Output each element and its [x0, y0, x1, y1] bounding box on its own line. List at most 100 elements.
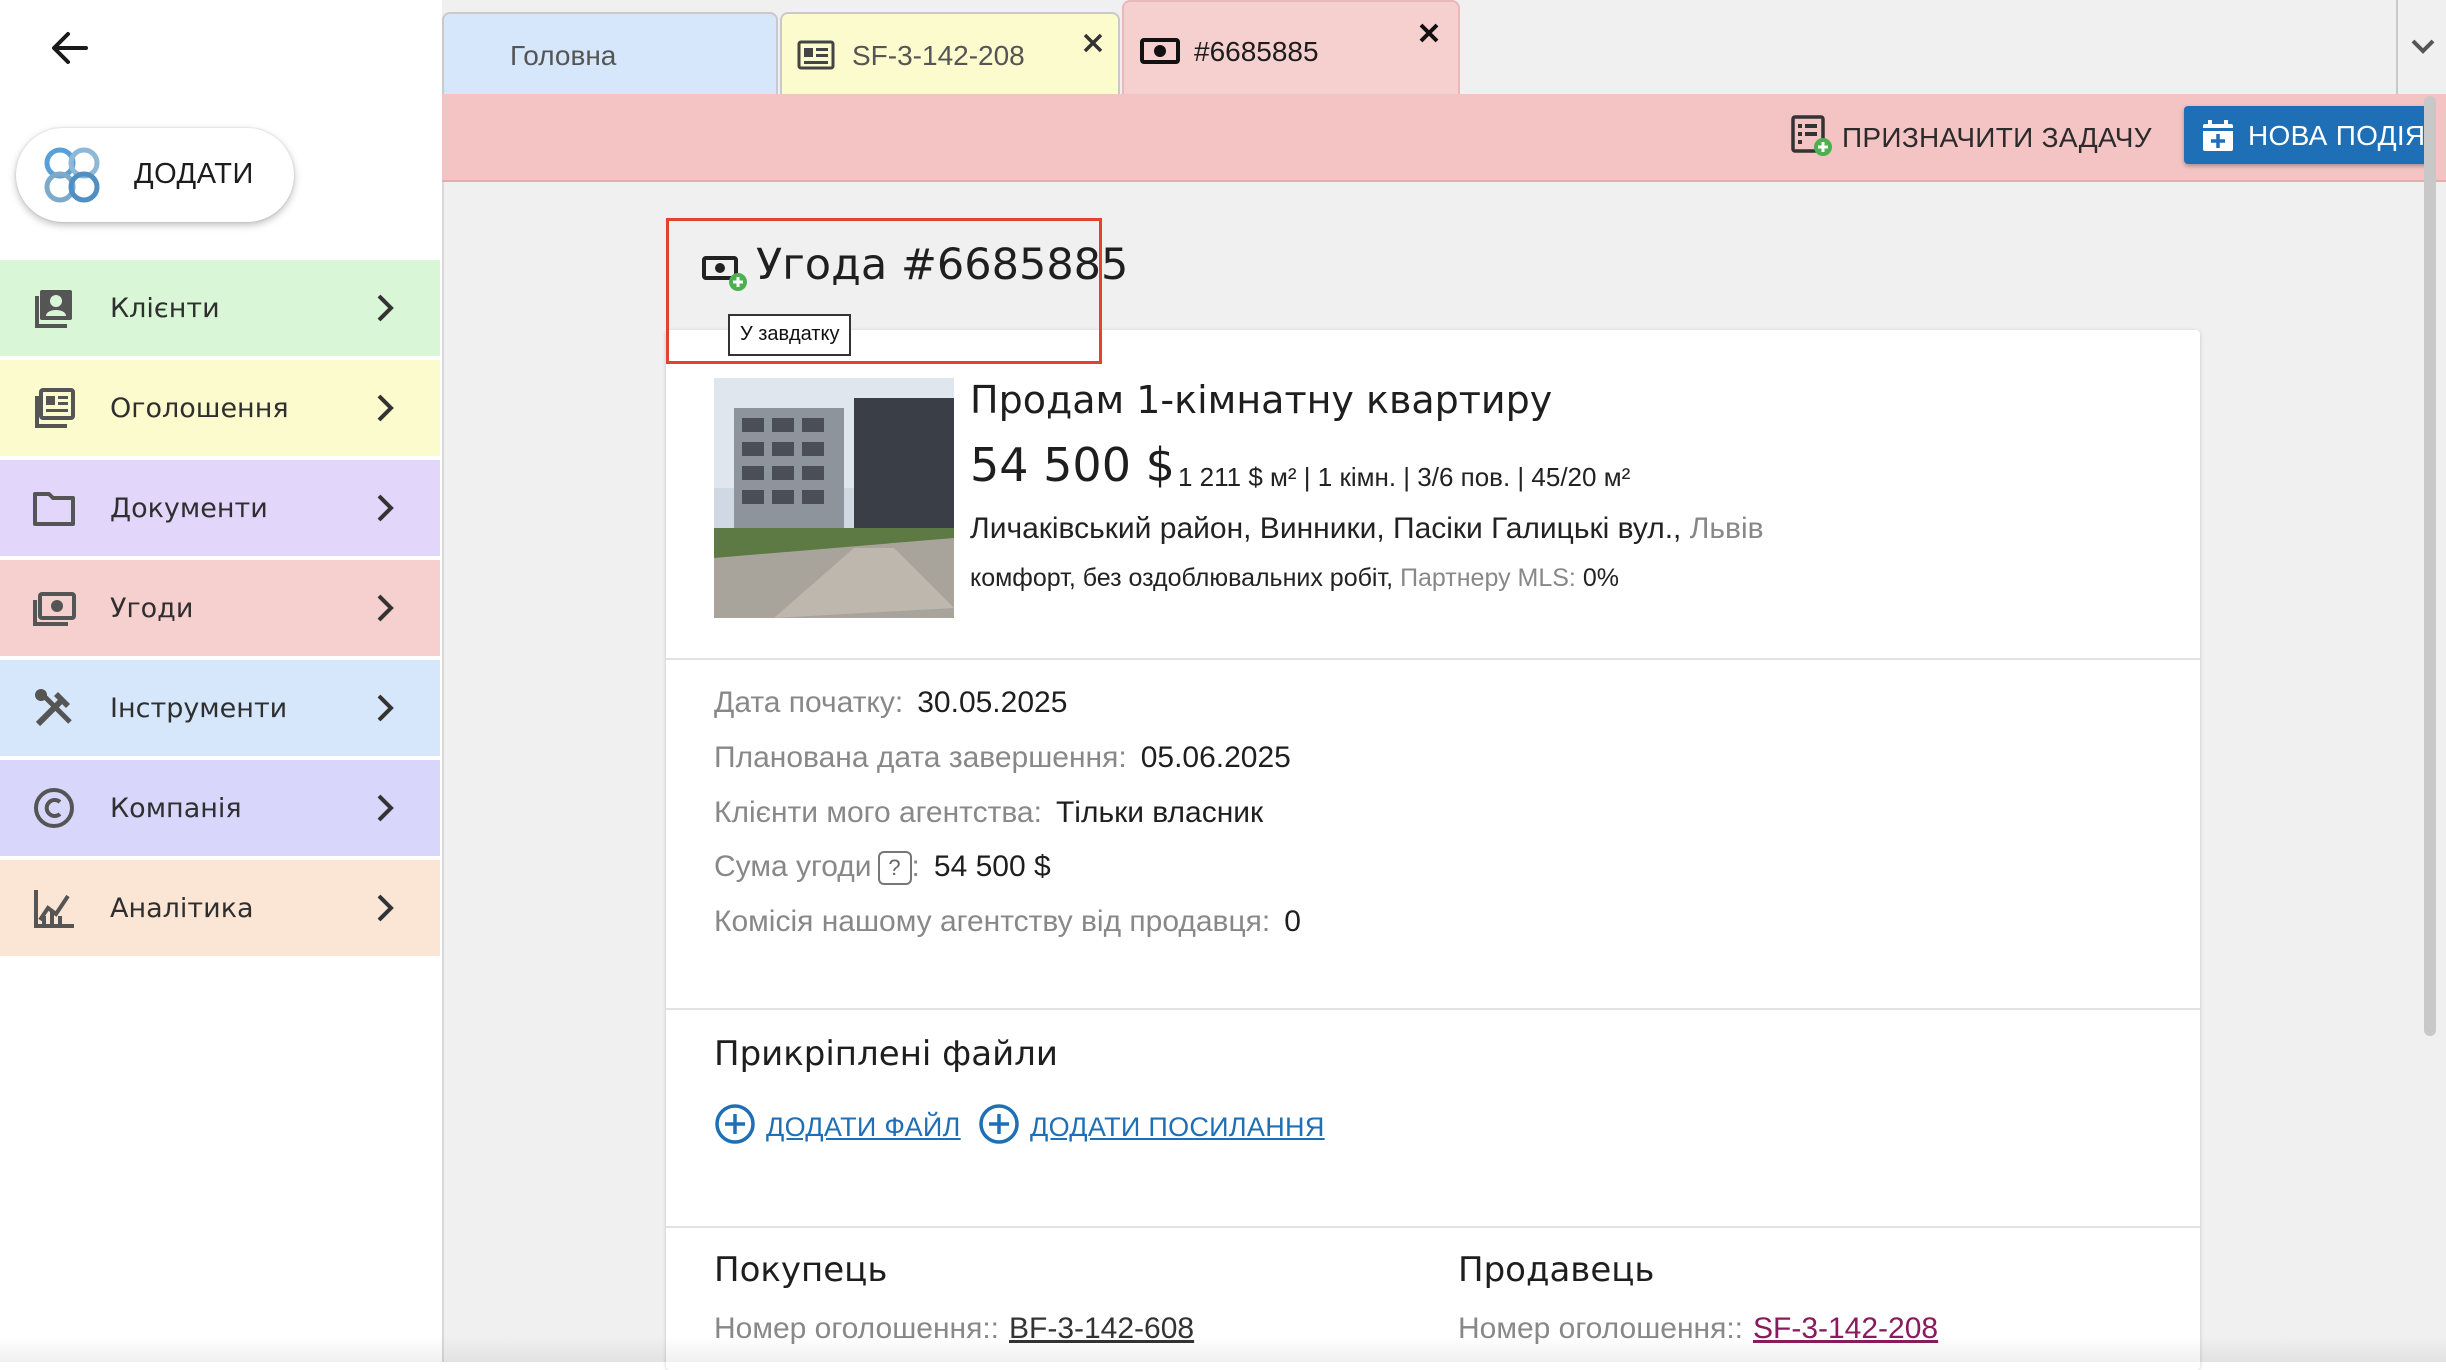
address-street: Личаківський район, Винники, Пасіки Гали…	[970, 512, 1682, 545]
detail-label: Дата початку:	[714, 686, 904, 719]
attached-files-title: Прикріплені файли	[714, 1034, 1059, 1074]
mls-value: 0%	[1582, 564, 1619, 592]
deal-title: Угода #6685885	[756, 240, 1129, 290]
scrollbar[interactable]	[2424, 96, 2436, 1036]
plus-circle-icon	[714, 1103, 756, 1152]
buyer-listing-ref: Номер оголошення:: BF-3-142-608	[714, 1312, 1194, 1346]
detail-value: 0	[1284, 905, 1301, 938]
add-file-button[interactable]: ДОДАТИ ФАЙЛ	[714, 1103, 961, 1152]
sidebar-item-label: Інструменти	[110, 693, 288, 724]
chevron-right-icon	[370, 590, 400, 626]
tab-listing[interactable]: SF-3-142-208	[780, 12, 1120, 94]
listing-specs: 1 211 $ м² | 1 кімн. | 3/6 пов. | 45/20 …	[1178, 462, 1631, 492]
sidebar-item-label: Аналітика	[110, 893, 254, 924]
status-badge: У завдатку	[728, 314, 852, 356]
sidebar-item-label: Компанія	[110, 793, 242, 824]
listing-address: Личаківський район, Винники, Пасіки Гали…	[970, 512, 1764, 546]
sidebar-item-listings[interactable]: Оголошення	[0, 360, 440, 456]
detail-label: Планована дата завершення:	[714, 741, 1127, 774]
chevron-right-icon	[370, 690, 400, 726]
close-icon[interactable]	[1078, 28, 1108, 58]
sidebar-item-clients[interactable]: Клієнти	[0, 260, 440, 356]
chevron-right-icon	[370, 790, 400, 826]
plus-circle-icon	[978, 1103, 1020, 1152]
chevron-right-icon	[370, 390, 400, 426]
back-arrow-icon[interactable]	[44, 22, 96, 74]
sidebar-item-deals[interactable]: Угоди	[0, 560, 440, 656]
add-button-label: ДОДАТИ	[134, 158, 254, 190]
features-text: комфорт, без оздоблювальних робіт,	[970, 564, 1394, 592]
tab-label: Головна	[510, 40, 617, 71]
deal-icon	[1140, 34, 1180, 70]
detail-start-date: Дата початку: 30.05.2025	[714, 686, 1067, 720]
tabs-dropdown-button[interactable]	[2396, 0, 2446, 94]
deal-icon	[32, 586, 76, 630]
detail-planned-end-date: Планована дата завершення: 05.06.2025	[714, 741, 1291, 775]
detail-suffix: :	[911, 850, 920, 883]
divider	[666, 1226, 2200, 1228]
seller-listing-ref: Номер оголошення:: SF-3-142-208	[1458, 1312, 1938, 1346]
detail-label: Сума угоди	[714, 850, 872, 883]
listing-icon	[32, 386, 76, 430]
chevron-right-icon	[370, 490, 400, 526]
detail-label: Комісія нашому агентству від продавця:	[714, 905, 1271, 938]
buyer-ref-link[interactable]: BF-3-142-608	[1009, 1312, 1194, 1345]
sidebar-item-analytics[interactable]: Аналітика	[0, 860, 440, 956]
add-button[interactable]: ДОДАТИ	[16, 128, 294, 222]
tab-label: SF-3-142-208	[852, 40, 1025, 71]
sidebar-item-tools[interactable]: Інструменти	[0, 660, 440, 756]
folder-icon	[32, 486, 76, 530]
tab-home[interactable]: Головна	[442, 12, 778, 94]
sidebar-item-label: Угоди	[110, 593, 194, 624]
detail-commission: Комісія нашому агентству від продавця: 0	[714, 905, 1301, 939]
sidebar-item-documents[interactable]: Документи	[0, 460, 440, 556]
sidebar-item-company[interactable]: Компанія	[0, 760, 440, 856]
detail-value: 54 500 $	[933, 850, 1051, 883]
divider	[666, 658, 2200, 660]
seller-ref-label: Номер оголошення::	[1458, 1312, 1743, 1345]
calendar-add-icon	[2203, 120, 2233, 151]
sidebar: ДОДАТИ Клієнти Оголошення Документи Угод…	[0, 0, 440, 1362]
address-city: Львів	[1689, 512, 1764, 545]
add-link-button[interactable]: ДОДАТИ ПОСИЛАННЯ	[978, 1103, 1325, 1152]
listing-title[interactable]: Продам 1-кімнатну квартиру	[970, 378, 1552, 422]
sidebar-item-label: Документи	[110, 493, 268, 524]
assign-task-icon	[1790, 113, 1834, 164]
new-event-button[interactable]: НОВА ПОДІЯ	[2184, 106, 2430, 164]
detail-value: 05.06.2025	[1140, 741, 1291, 774]
help-icon[interactable]: ?	[877, 851, 912, 886]
listing-photo[interactable]	[714, 378, 954, 618]
new-event-label: НОВА ПОДІЯ	[2248, 120, 2426, 151]
chevron-right-icon	[370, 890, 400, 926]
add-file-label: ДОДАТИ ФАЙЛ	[766, 1111, 961, 1142]
add-link-label: ДОДАТИ ПОСИЛАННЯ	[1030, 1111, 1325, 1142]
divider	[666, 1008, 2200, 1010]
detail-deal-amount: Сума угоди?:54 500 $	[714, 850, 1051, 886]
sidebar-item-label: Клієнти	[110, 293, 220, 324]
assign-task-label: ПРИЗНАЧИТИ ЗАДАЧУ	[1842, 122, 2152, 153]
analytics-icon	[32, 886, 76, 930]
seller-ref-link[interactable]: SF-3-142-208	[1753, 1312, 1938, 1345]
detail-value: 30.05.2025	[917, 686, 1068, 719]
listing-icon	[796, 38, 836, 74]
buyer-title: Покупець	[714, 1250, 888, 1290]
seller-title: Продавець	[1458, 1250, 1655, 1290]
deal-add-icon	[702, 252, 750, 292]
mls-label: Партнеру MLS:	[1400, 564, 1576, 592]
buyer-ref-label: Номер оголошення::	[714, 1312, 999, 1345]
tools-icon	[32, 686, 76, 730]
chevron-right-icon	[370, 290, 400, 326]
listing-features: комфорт, без оздоблювальних робіт, Партн…	[970, 564, 1619, 593]
tab-deal[interactable]: #6685885	[1122, 0, 1460, 94]
assign-task-button[interactable]: ПРИЗНАЧИТИ ЗАДАЧУ	[1790, 114, 2152, 162]
tab-label: #6685885	[1194, 36, 1319, 67]
detail-value: Тільки власник	[1055, 796, 1264, 829]
sidebar-item-label: Оголошення	[110, 393, 289, 424]
close-icon[interactable]	[1414, 18, 1444, 48]
contacts-icon	[32, 286, 76, 330]
add-logo-icon	[40, 143, 104, 207]
detail-label: Клієнти мого агентства:	[714, 796, 1042, 829]
copyright-icon	[32, 786, 76, 830]
detail-agency-clients: Клієнти мого агентства: Тільки власник	[714, 796, 1263, 830]
listing-price: 54 500 $	[970, 438, 1175, 492]
